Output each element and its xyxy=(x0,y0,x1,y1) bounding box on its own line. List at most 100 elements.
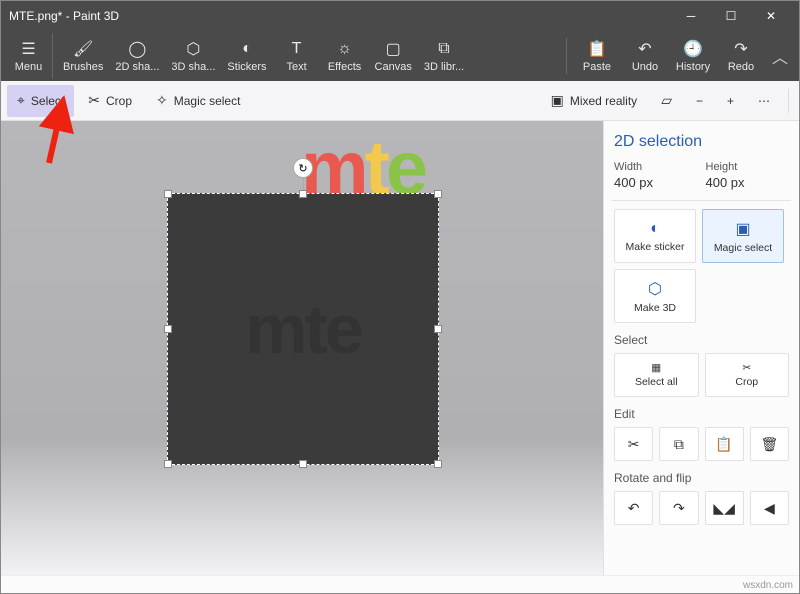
select-tool-button[interactable]: ⌖ Select xyxy=(7,85,74,117)
resize-handle-se[interactable] xyxy=(434,460,442,468)
copy-button[interactable]: ⧉ xyxy=(659,427,698,461)
crop-icon: ✂ xyxy=(88,92,100,109)
2d-shapes-button[interactable]: ◯ 2D sha... xyxy=(109,33,165,79)
undo-label: Undo xyxy=(632,61,658,73)
paste-label: Paste xyxy=(583,61,611,73)
paste-button[interactable]: 📋 Paste xyxy=(573,33,621,79)
panel-title: 2D selection xyxy=(614,133,789,151)
select-section-label: Select xyxy=(614,333,789,347)
3d-shapes-button[interactable]: ⬡ 3D sha... xyxy=(165,33,221,79)
canvas-button[interactable]: ▢ Canvas xyxy=(369,33,418,79)
magic-select-button[interactable]: ✧ Magic select xyxy=(146,85,250,117)
canvas-icon: ▢ xyxy=(386,39,401,59)
rotate-handle[interactable]: ↻ xyxy=(293,158,313,178)
select-all-label: Select all xyxy=(635,376,678,388)
zoom-out-button[interactable]: − xyxy=(686,85,713,117)
resize-handle-sw[interactable] xyxy=(164,460,172,468)
rotate-right-button[interactable]: ↷ xyxy=(659,491,698,525)
minimize-button[interactable]: ─ xyxy=(671,1,711,31)
sub-toolbar: ⌖ Select ✂ Crop ✧ Magic select ▣ Mixed r… xyxy=(1,81,799,121)
magic-select-icon: ▣ xyxy=(735,219,750,239)
canvas-label: Canvas xyxy=(375,61,412,73)
delete-button[interactable]: 🗑 xyxy=(750,427,789,461)
selection-box[interactable]: ↻ mte xyxy=(167,193,439,465)
rotate-left-button[interactable]: ↶ xyxy=(614,491,653,525)
rotate-section-label: Rotate and flip xyxy=(614,471,789,485)
cursor-icon: ⌖ xyxy=(17,92,25,109)
resize-handle-w[interactable] xyxy=(164,325,172,333)
make-3d-button[interactable]: ⬡ Make 3D xyxy=(614,269,696,323)
collapse-ribbon-button[interactable]: ︿ xyxy=(765,44,795,68)
3d-library-label: 3D libr... xyxy=(424,61,464,73)
width-value: 400 px xyxy=(614,175,698,190)
brushes-button[interactable]: 🖌 Brushes xyxy=(57,33,109,79)
close-button[interactable]: ✕ xyxy=(751,1,791,31)
flip-vertical-button[interactable]: ◀ xyxy=(750,491,789,525)
paste-icon: 📋 xyxy=(587,39,607,59)
magic-icon: ✧ xyxy=(156,92,168,109)
crop-tool-button[interactable]: ✂ Crop xyxy=(78,85,142,117)
more-button[interactable]: ⋯ xyxy=(748,85,780,117)
maximize-button[interactable]: ☐ xyxy=(711,1,751,31)
stickers-button[interactable]: ◐ Stickers xyxy=(221,33,272,79)
3d-library-button[interactable]: ⧉ 3D libr... xyxy=(418,33,470,79)
resize-handle-e[interactable] xyxy=(434,325,442,333)
zoom-in-button[interactable]: + xyxy=(717,85,744,117)
menu-icon: ☰ xyxy=(21,39,35,59)
redo-label: Redo xyxy=(728,61,754,73)
history-icon: 🕘 xyxy=(683,39,703,59)
view-3d-button[interactable]: ▱ xyxy=(651,85,682,117)
mixed-reality-label: Mixed reality xyxy=(570,94,637,108)
selection-content: mte xyxy=(245,289,360,369)
rotate-stem xyxy=(303,178,304,190)
text-button[interactable]: T Text xyxy=(273,33,321,79)
crop-label-2: Crop xyxy=(735,376,758,388)
select-all-icon: ▦ xyxy=(651,362,661,374)
text-label: Text xyxy=(286,61,306,73)
flip-v-icon: ◀ xyxy=(764,500,775,517)
resize-handle-n[interactable] xyxy=(299,190,307,198)
width-label: Width xyxy=(614,161,698,173)
make-sticker-label: Make sticker xyxy=(626,241,685,253)
flip-horizontal-button[interactable]: ◣◢ xyxy=(705,491,744,525)
menu-button[interactable]: ☰ Menu xyxy=(5,33,53,79)
width-field[interactable]: Width 400 px xyxy=(614,161,698,190)
effects-label: Effects xyxy=(328,61,361,73)
height-value: 400 px xyxy=(706,175,790,190)
3d-shapes-label: 3D sha... xyxy=(171,61,215,73)
undo-icon: ↶ xyxy=(638,39,651,59)
magic-select-tile[interactable]: ▣ Magic select xyxy=(702,209,784,263)
stickers-label: Stickers xyxy=(227,61,266,73)
crop-label: Crop xyxy=(106,94,132,108)
select-all-button[interactable]: ▦ Select all xyxy=(614,353,699,397)
flag-icon: ▱ xyxy=(661,92,672,109)
sticker-icon: ◐ xyxy=(242,39,252,59)
cut-button[interactable]: ✂ xyxy=(614,427,653,461)
make-sticker-button[interactable]: ◐ Make sticker xyxy=(614,209,696,263)
history-button[interactable]: 🕘 History xyxy=(669,33,717,79)
effects-button[interactable]: ☼ Effects xyxy=(321,33,369,79)
library-icon: ⧉ xyxy=(438,39,449,59)
side-panel: 2D selection Width 400 px Height 400 px … xyxy=(603,121,799,575)
watermark: wsxdn.com xyxy=(743,580,793,591)
menu-label: Menu xyxy=(15,61,43,73)
canvas-area[interactable]: mte ↻ mte xyxy=(1,121,603,575)
rotate-right-icon: ↷ xyxy=(673,500,685,517)
resize-handle-ne[interactable] xyxy=(434,190,442,198)
height-field[interactable]: Height 400 px xyxy=(706,161,790,190)
brush-icon: 🖌 xyxy=(73,39,93,59)
titlebar: MTE.png* - Paint 3D ─ ☐ ✕ xyxy=(1,1,799,31)
undo-button[interactable]: ↶ Undo xyxy=(621,33,669,79)
rotate-left-icon: ↶ xyxy=(628,500,640,517)
history-label: History xyxy=(676,61,710,73)
cube-icon: ⬡ xyxy=(648,279,662,299)
mixed-reality-button[interactable]: ▣ Mixed reality xyxy=(541,85,648,117)
resize-handle-s[interactable] xyxy=(299,460,307,468)
brushes-label: Brushes xyxy=(63,61,103,73)
paste-button-2[interactable]: 📋 xyxy=(705,427,744,461)
crop-button[interactable]: ✂ Crop xyxy=(705,353,790,397)
redo-button[interactable]: ↷ Redo xyxy=(717,33,765,79)
crop-icon: ✂ xyxy=(742,362,751,374)
2d-shapes-label: 2D sha... xyxy=(115,61,159,73)
resize-handle-nw[interactable] xyxy=(164,190,172,198)
